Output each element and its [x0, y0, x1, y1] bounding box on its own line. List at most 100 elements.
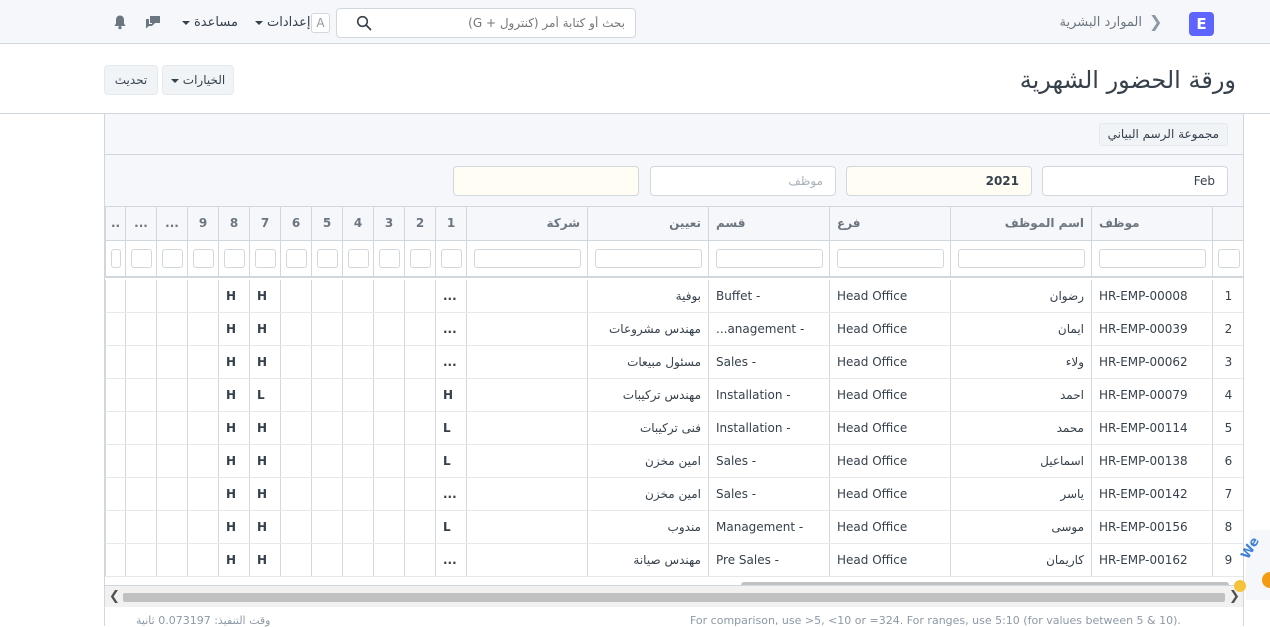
cell-d4[interactable] [342, 412, 373, 444]
cell-d7[interactable]: H [249, 346, 280, 378]
cell-d5[interactable] [311, 544, 342, 576]
cell-d6[interactable] [280, 412, 311, 444]
cell-comp[interactable] [466, 544, 587, 576]
help-badge-icon[interactable]: We [1226, 530, 1270, 600]
help-menu[interactable]: مساعدة [182, 15, 238, 30]
cell-dept[interactable]: Sales - [708, 346, 829, 378]
column-filter-input[interactable] [286, 249, 307, 268]
cell-d4[interactable] [342, 346, 373, 378]
cell-d2[interactable] [404, 511, 435, 543]
cell-name[interactable]: محمد [950, 412, 1091, 444]
month-select[interactable]: Feb [1042, 166, 1228, 196]
column-header-d12[interactable]: .. [105, 207, 125, 240]
cell-comp[interactable] [466, 280, 587, 312]
cell-d11[interactable] [125, 280, 156, 312]
cell-d8[interactable]: H [218, 412, 249, 444]
cell-d4[interactable] [342, 478, 373, 510]
column-header-d8[interactable]: 8 [218, 207, 249, 240]
cell-d9[interactable] [187, 313, 218, 345]
cell-d7[interactable]: H [249, 445, 280, 477]
cell-d6[interactable] [280, 445, 311, 477]
cell-branch[interactable]: Head Office [829, 280, 950, 312]
cell-d8[interactable]: H [218, 478, 249, 510]
column-filter-input[interactable] [111, 249, 121, 268]
column-filter-input[interactable] [224, 249, 245, 268]
cell-d6[interactable] [280, 544, 311, 576]
column-header-d4[interactable]: 4 [342, 207, 373, 240]
column-header-d3[interactable]: 3 [373, 207, 404, 240]
settings-menu[interactable]: إعدادات [255, 15, 310, 30]
cell-branch[interactable]: Head Office [829, 445, 950, 477]
cell-d5[interactable] [311, 412, 342, 444]
column-filter-input[interactable] [379, 249, 400, 268]
cell-d2[interactable] [404, 412, 435, 444]
cell-branch[interactable]: Head Office [829, 544, 950, 576]
table-row[interactable]: 7 HR-EMP-00142 ياسر Head Office Sales - امين … [105, 478, 1243, 511]
cell-dept[interactable]: Sales - [708, 445, 829, 477]
cell-comp[interactable] [466, 445, 587, 477]
cell-d2[interactable] [404, 313, 435, 345]
cell-d12[interactable] [105, 412, 125, 444]
table-row[interactable]: 5 HR-EMP-00114 محمد Head Office Installation… [105, 412, 1243, 445]
column-header-d9[interactable]: 9 [187, 207, 218, 240]
cell-d11[interactable] [125, 346, 156, 378]
cell-d3[interactable] [373, 412, 404, 444]
cell-emp[interactable]: HR-EMP-00142 [1091, 478, 1212, 510]
column-header-d10[interactable]: ... [156, 207, 187, 240]
search-input[interactable] [336, 8, 636, 38]
cell-d1[interactable]: ... [435, 544, 466, 576]
cell-emp[interactable]: HR-EMP-00062 [1091, 346, 1212, 378]
cell-d2[interactable] [404, 280, 435, 312]
cell-d6[interactable] [280, 511, 311, 543]
chart-group-button[interactable]: مجموعة الرسم البياني [1098, 123, 1228, 146]
cell-d2[interactable] [404, 544, 435, 576]
cell-d11[interactable] [125, 379, 156, 411]
cell-dept[interactable]: Pre Sales - [708, 544, 829, 576]
cell-d6[interactable] [280, 313, 311, 345]
cell-dept[interactable]: ...anagement - [708, 313, 829, 345]
cell-n[interactable]: 5 [1212, 412, 1243, 444]
cell-d12[interactable] [105, 544, 125, 576]
cell-desig[interactable]: مهندس صيانة [587, 544, 708, 576]
cell-emp[interactable]: HR-EMP-00162 [1091, 544, 1212, 576]
cell-branch[interactable]: Head Office [829, 346, 950, 378]
cell-d3[interactable] [373, 379, 404, 411]
cell-d2[interactable] [404, 478, 435, 510]
cell-d5[interactable] [311, 280, 342, 312]
cell-emp[interactable]: HR-EMP-00079 [1091, 379, 1212, 411]
cell-dept[interactable]: Sales - [708, 478, 829, 510]
cell-d4[interactable] [342, 544, 373, 576]
cell-d10[interactable] [156, 445, 187, 477]
cell-d8[interactable]: H [218, 445, 249, 477]
cell-d6[interactable] [280, 379, 311, 411]
column-filter-input[interactable] [255, 249, 276, 268]
cell-comp[interactable] [466, 379, 587, 411]
cell-n[interactable]: 4 [1212, 379, 1243, 411]
company-filter[interactable] [453, 166, 639, 196]
cell-d9[interactable] [187, 544, 218, 576]
cell-d7[interactable]: L [249, 379, 280, 411]
column-filter-input[interactable] [958, 249, 1085, 268]
cell-d2[interactable] [404, 379, 435, 411]
cell-d10[interactable] [156, 346, 187, 378]
cell-d12[interactable] [105, 346, 125, 378]
cell-d7[interactable]: H [249, 478, 280, 510]
column-filter-input[interactable] [193, 249, 214, 268]
cell-d9[interactable] [187, 379, 218, 411]
cell-d10[interactable] [156, 313, 187, 345]
cell-n[interactable]: 7 [1212, 478, 1243, 510]
cell-d1[interactable]: ... [435, 280, 466, 312]
cell-d8[interactable]: H [218, 511, 249, 543]
cell-d11[interactable] [125, 412, 156, 444]
cell-d1[interactable]: L [435, 445, 466, 477]
cell-d12[interactable] [105, 478, 125, 510]
cell-comp[interactable] [466, 412, 587, 444]
cell-d10[interactable] [156, 511, 187, 543]
cell-d11[interactable] [125, 544, 156, 576]
cell-comp[interactable] [466, 313, 587, 345]
column-header-d11[interactable]: ... [125, 207, 156, 240]
cell-d11[interactable] [125, 511, 156, 543]
cell-branch[interactable]: Head Office [829, 379, 950, 411]
cell-d8[interactable]: H [218, 346, 249, 378]
cell-d1[interactable]: ... [435, 478, 466, 510]
